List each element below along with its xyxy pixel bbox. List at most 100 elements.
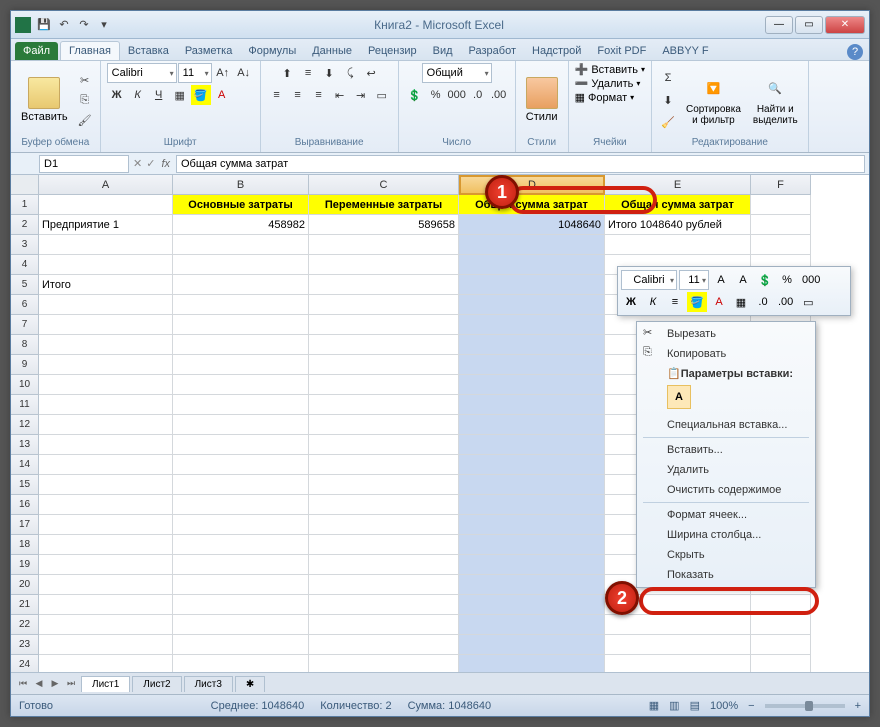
- cell-F24[interactable]: [751, 655, 811, 672]
- cell-F22[interactable]: [751, 615, 811, 635]
- cell-C3[interactable]: [309, 235, 459, 255]
- cell-C2[interactable]: 589658: [309, 215, 459, 235]
- cell-E23[interactable]: [605, 635, 751, 655]
- cell-D4[interactable]: [459, 255, 605, 275]
- cell-B12[interactable]: [173, 415, 309, 435]
- cell-B16[interactable]: [173, 495, 309, 515]
- ctx-paste-all[interactable]: A: [667, 385, 691, 409]
- cell-D7[interactable]: [459, 315, 605, 335]
- cell-D20[interactable]: [459, 575, 605, 595]
- cell-B24[interactable]: [173, 655, 309, 672]
- tab-data[interactable]: Данные: [304, 42, 360, 60]
- cell-D18[interactable]: [459, 535, 605, 555]
- row-12[interactable]: 12: [11, 415, 39, 435]
- font-name[interactable]: Calibri: [107, 63, 177, 83]
- cell-D14[interactable]: [459, 455, 605, 475]
- cell-B3[interactable]: [173, 235, 309, 255]
- underline-button[interactable]: Ч: [149, 85, 169, 105]
- sort-filter-button[interactable]: 🔽 Сортировка и фильтр: [682, 72, 745, 128]
- cell-B15[interactable]: [173, 475, 309, 495]
- cell-F2[interactable]: [751, 215, 811, 235]
- styles-button[interactable]: Стили: [522, 75, 562, 125]
- ctx-insert[interactable]: Вставить...: [639, 440, 813, 460]
- ctx-copy[interactable]: ⎘Копировать: [639, 344, 813, 364]
- minimize-button[interactable]: —: [765, 16, 793, 34]
- sheet-prev-icon[interactable]: ◀: [31, 676, 47, 692]
- comma-icon[interactable]: 000: [447, 85, 467, 105]
- grow-font-icon[interactable]: A↑: [213, 63, 233, 83]
- mini-size[interactable]: 11: [679, 270, 709, 290]
- find-select-button[interactable]: 🔍 Найти и выделить: [749, 72, 802, 128]
- tab-foxit[interactable]: Foxit PDF: [589, 42, 654, 60]
- name-box[interactable]: D1: [39, 155, 129, 173]
- cell-B19[interactable]: [173, 555, 309, 575]
- italic-button[interactable]: К: [128, 85, 148, 105]
- fx-icon[interactable]: fx: [161, 158, 170, 170]
- row-14[interactable]: 14: [11, 455, 39, 475]
- mini-align-icon[interactable]: ≡: [665, 292, 685, 312]
- cell-B9[interactable]: [173, 355, 309, 375]
- row-7[interactable]: 7: [11, 315, 39, 335]
- cell-A10[interactable]: [39, 375, 173, 395]
- cell-C5[interactable]: [309, 275, 459, 295]
- cell-A2[interactable]: Предприятие 1: [39, 215, 173, 235]
- ctx-paste-special[interactable]: Специальная вставка...: [639, 415, 813, 435]
- tab-addin[interactable]: Надстрой: [524, 42, 589, 60]
- cell-E1[interactable]: Общая сумма затрат: [605, 195, 751, 215]
- cell-C19[interactable]: [309, 555, 459, 575]
- tab-layout[interactable]: Разметка: [177, 42, 241, 60]
- tab-formulas[interactable]: Формулы: [240, 42, 304, 60]
- row-3[interactable]: 3: [11, 235, 39, 255]
- cell-C23[interactable]: [309, 635, 459, 655]
- indent-dec-icon[interactable]: ⇤: [330, 85, 350, 105]
- ctx-clear[interactable]: Очистить содержимое: [639, 480, 813, 500]
- cell-A12[interactable]: [39, 415, 173, 435]
- cell-B6[interactable]: [173, 295, 309, 315]
- cell-A5[interactable]: Итого: [39, 275, 173, 295]
- cell-D3[interactable]: [459, 235, 605, 255]
- bold-button[interactable]: Ж: [107, 85, 127, 105]
- cell-E22[interactable]: [605, 615, 751, 635]
- row-19[interactable]: 19: [11, 555, 39, 575]
- row-15[interactable]: 15: [11, 475, 39, 495]
- cell-D10[interactable]: [459, 375, 605, 395]
- cell-D12[interactable]: [459, 415, 605, 435]
- sheet-first-icon[interactable]: ⏮: [15, 676, 31, 692]
- cell-A13[interactable]: [39, 435, 173, 455]
- font-color-icon[interactable]: A: [212, 85, 232, 105]
- cell-C9[interactable]: [309, 355, 459, 375]
- cell-C4[interactable]: [309, 255, 459, 275]
- sheet-tab-3[interactable]: Лист3: [184, 676, 233, 692]
- cell-C24[interactable]: [309, 655, 459, 672]
- align-mid-icon[interactable]: ≡: [298, 63, 318, 83]
- fill-color-icon[interactable]: 🪣: [191, 85, 211, 105]
- mini-percent-icon[interactable]: %: [777, 270, 797, 290]
- row-10[interactable]: 10: [11, 375, 39, 395]
- cell-C11[interactable]: [309, 395, 459, 415]
- cell-C21[interactable]: [309, 595, 459, 615]
- cell-F23[interactable]: [751, 635, 811, 655]
- cell-A17[interactable]: [39, 515, 173, 535]
- cell-B5[interactable]: [173, 275, 309, 295]
- row-13[interactable]: 13: [11, 435, 39, 455]
- row-8[interactable]: 8: [11, 335, 39, 355]
- cell-B10[interactable]: [173, 375, 309, 395]
- cell-B2[interactable]: 458982: [173, 215, 309, 235]
- cell-D8[interactable]: [459, 335, 605, 355]
- mini-dec-dec-icon[interactable]: .00: [775, 292, 796, 312]
- cell-A4[interactable]: [39, 255, 173, 275]
- tab-home[interactable]: Главная: [60, 41, 120, 60]
- save-icon[interactable]: 💾: [35, 16, 53, 34]
- cell-F3[interactable]: [751, 235, 811, 255]
- cell-B1[interactable]: Основные затраты: [173, 195, 309, 215]
- ctx-show[interactable]: Показать: [639, 565, 813, 585]
- tab-file[interactable]: Файл: [15, 42, 58, 60]
- mini-merge-icon[interactable]: ▭: [798, 292, 818, 312]
- cell-C7[interactable]: [309, 315, 459, 335]
- formatpainter-icon[interactable]: 🖌: [76, 111, 94, 129]
- cell-D15[interactable]: [459, 475, 605, 495]
- row-2[interactable]: 2: [11, 215, 39, 235]
- qat-more-icon[interactable]: ▾: [95, 16, 113, 34]
- cell-A7[interactable]: [39, 315, 173, 335]
- cell-A21[interactable]: [39, 595, 173, 615]
